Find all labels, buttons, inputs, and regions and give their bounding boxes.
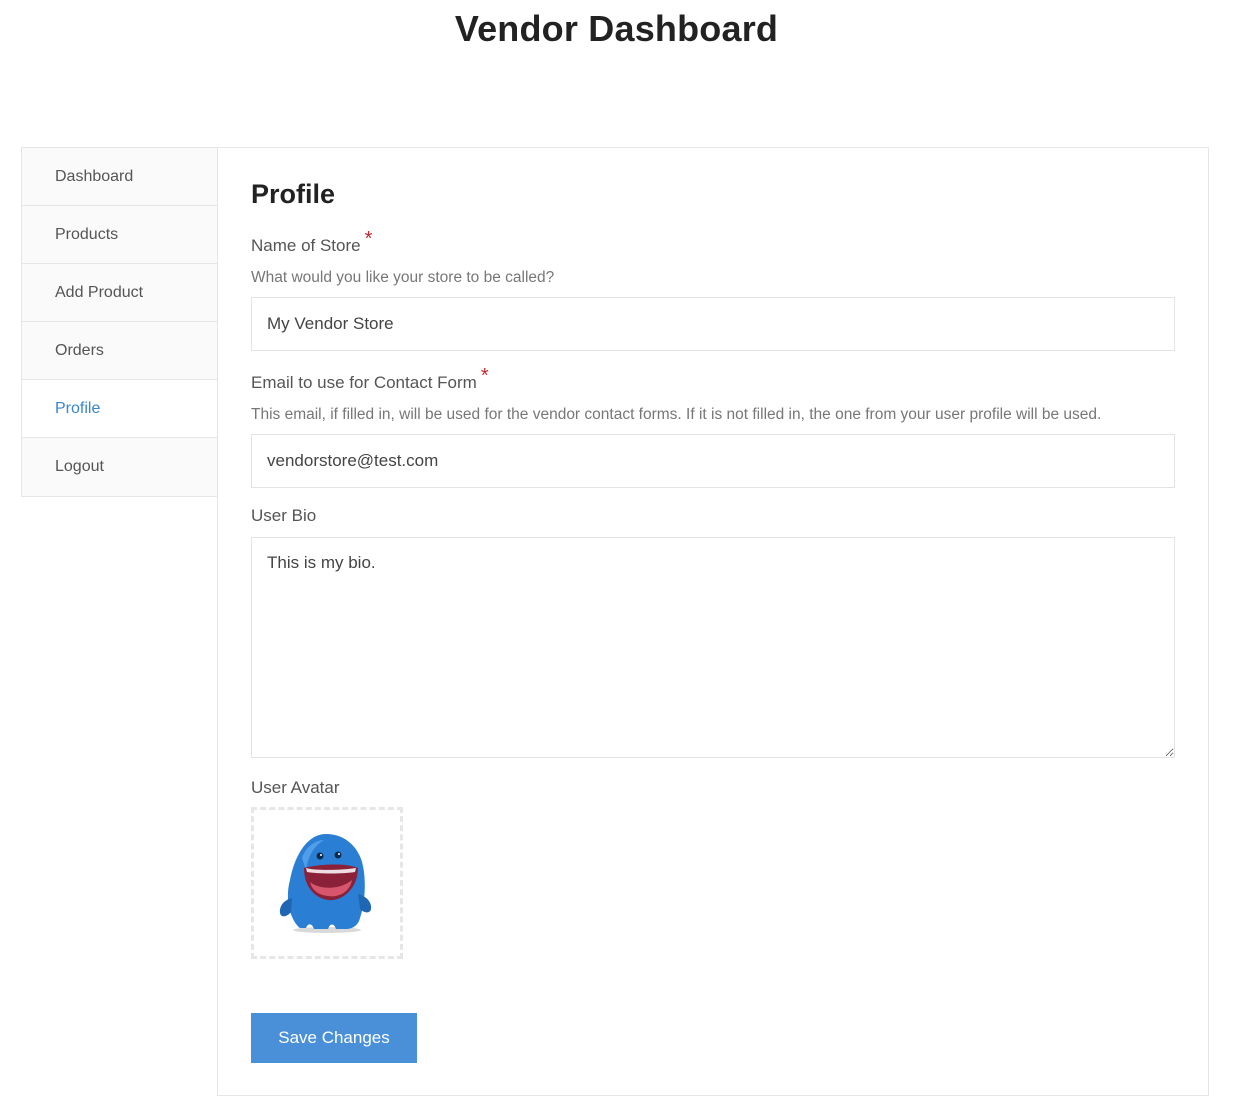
contact-email-label-text: Email to use for Contact Form [251,373,477,392]
sidebar-item-add-product[interactable]: Add Product [22,264,219,322]
sidebar-item-orders[interactable]: Orders [22,322,219,380]
store-name-help: What would you like your store to be cal… [251,269,555,286]
required-mark: * [364,228,373,250]
user-bio-textarea[interactable]: This is my bio. [251,537,1175,758]
profile-panel: Profile Name of Store * What would you li… [217,147,1209,1096]
store-name-label: Name of Store * [251,228,372,257]
sidebar-item-logout[interactable]: Logout [22,438,219,496]
page-title: Vendor Dashboard [454,8,779,49]
section-title: Profile [251,179,336,209]
sidebar-item-dashboard[interactable]: Dashboard [22,148,219,206]
required-mark: * [480,365,489,387]
contact-email-input[interactable] [251,434,1175,488]
store-name-label-text: Name of Store [251,236,361,255]
store-name-input[interactable] [251,297,1175,351]
sidebar-item-products[interactable]: Products [22,206,219,264]
sidebar-item-profile[interactable]: Profile [22,380,219,438]
contact-email-help: This email, if filled in, will be used f… [251,406,1102,423]
contact-email-label: Email to use for Contact Form * [251,365,489,394]
save-changes-button[interactable]: Save Changes [251,1013,417,1063]
avatar [279,834,372,933]
user-avatar-label: User Avatar [251,778,340,797]
user-bio-label: User Bio [251,506,317,525]
avatar-upload-dropzone[interactable] [251,807,403,959]
sidebar-nav: Dashboard Products Add Product Orders Pr… [21,147,219,497]
